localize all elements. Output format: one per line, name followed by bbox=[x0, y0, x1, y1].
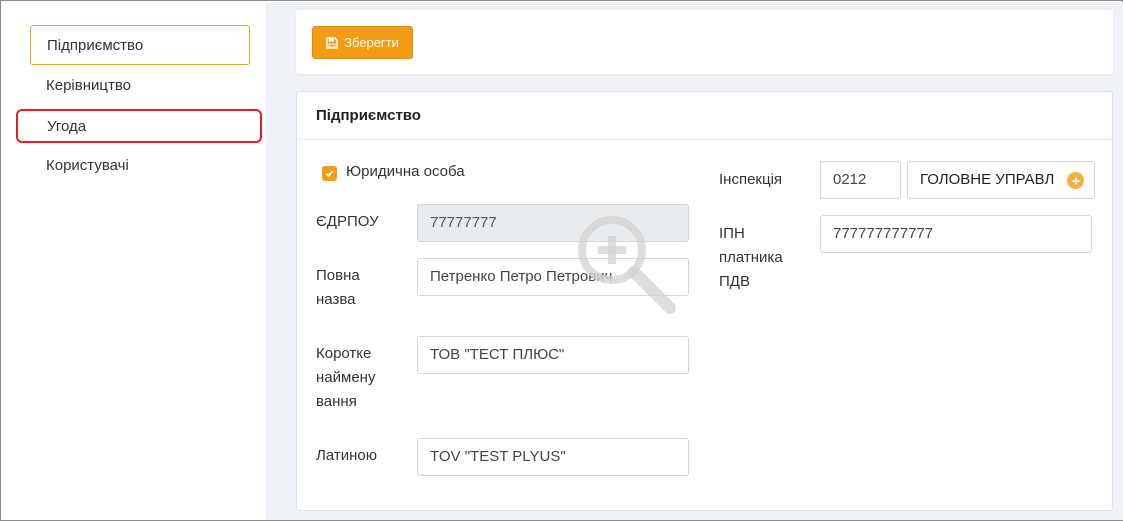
ipn-label-1: ІПН bbox=[719, 225, 745, 242]
check-icon bbox=[325, 170, 334, 178]
save-button-label: Зберегти bbox=[344, 35, 399, 50]
ipn-label-2: платника bbox=[719, 249, 783, 266]
sidebar: Підприємство Керівництво Угода Користува… bbox=[2, 2, 266, 520]
short-name-label-3: вання bbox=[316, 393, 357, 410]
short-name-label-2: наймену bbox=[316, 369, 376, 386]
short-name-label-1: Коротке bbox=[316, 345, 372, 362]
latin-input[interactable]: TOV "TEST PLYUS" bbox=[417, 438, 689, 476]
short-name-input[interactable]: ТОВ "ТЕСТ ПЛЮС" bbox=[417, 336, 689, 374]
latin-label: Латиною bbox=[316, 447, 377, 464]
full-name-label-1: Повна bbox=[316, 267, 360, 284]
sidebar-item-agreement[interactable]: Угода bbox=[16, 109, 262, 143]
edrpou-label: ЄДРПОУ bbox=[316, 213, 379, 230]
ipn-label-3: ПДВ bbox=[719, 273, 750, 290]
legal-entity-label: Юридична особа bbox=[346, 163, 465, 180]
sidebar-item-users[interactable]: Користувачі bbox=[30, 146, 250, 186]
ipn-input[interactable]: 777777777777 bbox=[820, 215, 1092, 253]
inspection-name-select[interactable]: ГОЛОВНЕ УПРАВЛ bbox=[907, 161, 1095, 199]
app-frame: Підприємство Керівництво Угода Користува… bbox=[0, 0, 1123, 521]
toolbar: Зберегти bbox=[296, 10, 1113, 74]
inspection-label: Інспекція bbox=[719, 171, 783, 188]
legal-entity-checkbox[interactable] bbox=[322, 166, 337, 181]
sidebar-item-enterprise[interactable]: Підприємство bbox=[30, 25, 250, 65]
main-content: Зберегти Підприємство Юридична особа ЄДР… bbox=[266, 2, 1123, 520]
plus-circle-icon[interactable] bbox=[1067, 172, 1084, 189]
inspection-code-input[interactable]: 0212 bbox=[820, 161, 901, 199]
enterprise-form: Підприємство Юридична особа ЄДРПОУ 77777… bbox=[296, 91, 1113, 511]
form-title: Підприємство bbox=[297, 92, 1112, 140]
save-button[interactable]: Зберегти bbox=[312, 26, 413, 59]
sidebar-item-management[interactable]: Керівництво bbox=[30, 66, 250, 106]
inspection-name-value: ГОЛОВНЕ УПРАВЛ bbox=[920, 171, 1055, 188]
floppy-disk-icon bbox=[326, 36, 338, 49]
full-name-label-2: назва bbox=[316, 291, 356, 308]
zoom-in-icon bbox=[578, 216, 676, 314]
